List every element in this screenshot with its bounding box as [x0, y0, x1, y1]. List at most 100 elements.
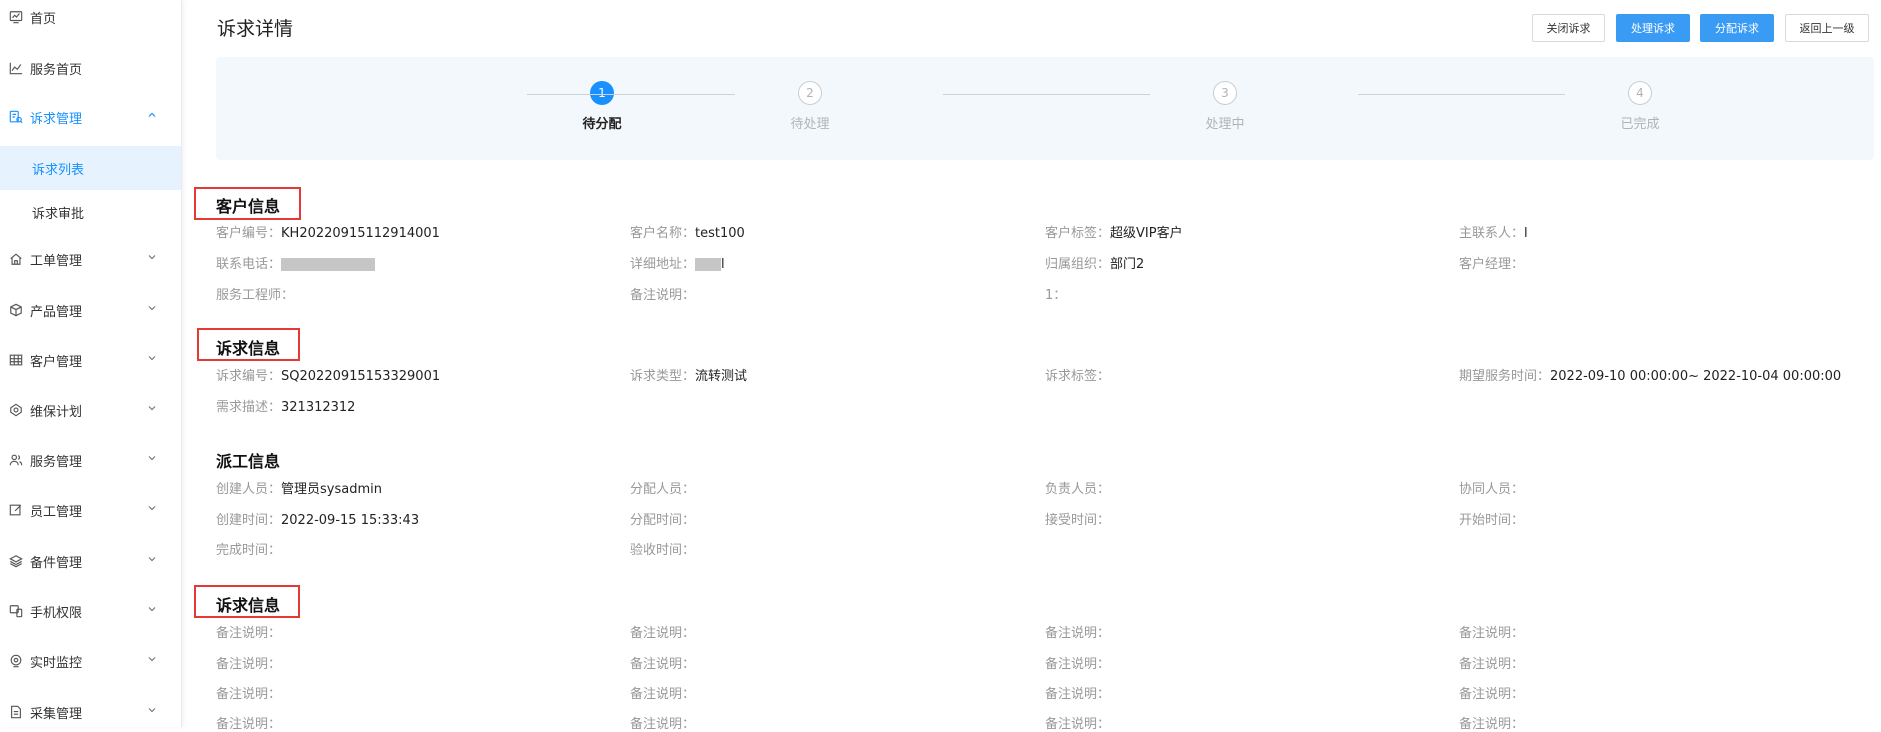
field-remark: 备注说明： [1459, 683, 1524, 702]
field-key: 备注说明： [630, 687, 696, 702]
sidebar-item-customers[interactable]: 客户管理 [0, 345, 181, 375]
sidebar-item-label: 采集管理 [30, 706, 83, 722]
field-remark: 备注说明： [1045, 713, 1110, 732]
field-key: 备注说明： [1045, 687, 1111, 702]
field-appeal-id: 诉求编号：SQ20220915153329001 [216, 365, 440, 384]
field-customer-name: 客户名称：test100 [630, 222, 745, 241]
sidebar-item-collection[interactable]: 采集管理 [0, 697, 181, 727]
field-remark: 备注说明： [216, 683, 281, 702]
step-4: 4 已完成 [1600, 81, 1680, 132]
home-icon [8, 251, 24, 267]
field-value: test100 [695, 226, 745, 241]
field-key: 需求描述： [216, 400, 282, 415]
sidebar-item-label: 工单管理 [30, 253, 83, 269]
field-key: 备注说明： [1045, 717, 1111, 732]
monitor-icon [8, 653, 24, 669]
sidebar-item-staff-management[interactable]: 员工管理 [0, 495, 181, 525]
step-connector [943, 94, 1150, 95]
field-remark: 备注说明： [216, 622, 281, 641]
sidebar-item-service-management[interactable]: 服务管理 [0, 445, 181, 475]
field-customer-id: 客户编号：KH20220915112914001 [216, 222, 440, 241]
field-main-contact: 主联系人：l [1459, 222, 1528, 241]
section-title-appeal: 诉求信息 [216, 339, 281, 358]
field-key: 协同人员： [1459, 482, 1525, 497]
field-expected-service-time: 期望服务时间：2022-09-10 00:00:00~ 2022-10-04 0… [1459, 365, 1841, 384]
field-customer-manager: 客户经理： [1459, 253, 1524, 272]
field-phone: 联系电话： [216, 253, 376, 272]
sidebar-item-phone-permissions[interactable]: 手机权限 [0, 596, 181, 626]
sidebar-item-label: 实时监控 [30, 655, 83, 671]
field-key: 联系电话： [216, 257, 282, 272]
step-connector [1358, 94, 1565, 95]
cube-icon [8, 302, 24, 318]
sidebar-subitem-label: 诉求列表 [32, 162, 85, 178]
sidebar-item-label: 产品管理 [30, 304, 83, 320]
field-remark: 备注说明： [630, 653, 695, 672]
step-2: 2 待处理 [770, 81, 850, 132]
sidebar-item-service-home[interactable]: 服务首页 [0, 53, 181, 83]
step-label: 待处理 [790, 117, 830, 132]
field-address: 详细地址： l [630, 253, 725, 272]
field-key: 备注说明： [630, 657, 696, 672]
chevron-down-icon [146, 502, 158, 514]
sidebar-item-work-orders[interactable]: 工单管理 [0, 244, 181, 274]
field-value: KH20220915112914001 [281, 226, 440, 241]
line-chart-icon [8, 60, 24, 76]
table-icon [8, 352, 24, 368]
field-appeal-type: 诉求类型：流转测试 [630, 365, 747, 384]
field-value: 部门2 [1110, 257, 1145, 272]
field-key: 负责人员： [1045, 482, 1111, 497]
sidebar-item-appeal-management[interactable]: 诉求管理 [0, 102, 181, 132]
back-button[interactable]: 返回上一级 [1785, 14, 1869, 42]
step-label: 待分配 [582, 117, 622, 132]
sidebar-item-realtime-monitor[interactable]: 实时监控 [0, 646, 181, 676]
chevron-up-icon [146, 109, 158, 121]
field-remark: 备注说明： [630, 284, 695, 303]
section-title-remarks: 诉求信息 [216, 596, 281, 615]
step-1: 1 待分配 [562, 81, 642, 132]
chevron-down-icon [146, 352, 158, 364]
field-key: 详细地址： [630, 257, 696, 272]
redacted-value [695, 258, 722, 271]
sidebar-item-products[interactable]: 产品管理 [0, 295, 181, 325]
field-value: 超级VIP客户 [1110, 226, 1183, 241]
chevron-down-icon [146, 251, 158, 263]
field-key: 客户名称： [630, 226, 696, 241]
field-key: 客户经理： [1459, 257, 1525, 272]
field-value: SQ20220915153329001 [281, 369, 441, 384]
progress-steps: 1 待分配 2 待处理 3 处理中 4 已完成 [216, 57, 1874, 160]
field-key: 备注说明： [630, 717, 696, 732]
sidebar-item-maintenance-plan[interactable]: 维保计划 [0, 395, 181, 425]
field-service-engineer: 服务工程师： [216, 284, 294, 303]
field-value: 2022-09-10 00:00:00~ 2022-10-04 00:00:00 [1550, 369, 1842, 384]
assign-appeal-button[interactable]: 分配诉求 [1700, 14, 1774, 42]
step-3: 3 处理中 [1185, 81, 1265, 132]
sidebar-subitem-appeal-list[interactable]: 诉求列表 [0, 146, 181, 190]
field-remark: 备注说明： [1045, 653, 1110, 672]
sidebar-item-spare-parts[interactable]: 备件管理 [0, 546, 181, 576]
sidebar-item-home[interactable]: 首页 [0, 2, 181, 32]
chevron-down-icon [146, 704, 158, 716]
field-remark: 备注说明： [1459, 653, 1524, 672]
step-number: 2 [798, 81, 822, 105]
sidebar-subitem-appeal-approval[interactable]: 诉求审批 [0, 190, 181, 234]
sidebar-item-label: 客户管理 [30, 354, 83, 370]
field-assigner: 分配人员： [630, 478, 695, 497]
close-appeal-button[interactable]: 关闭诉求 [1532, 14, 1605, 42]
field-value: 流转测试 [695, 369, 748, 384]
field-accepted-time: 接受时间： [1045, 509, 1110, 528]
field-key: 备注说明： [1459, 717, 1525, 732]
field-remark: 备注说明： [630, 683, 695, 702]
chevron-down-icon [146, 653, 158, 665]
field-collaborators: 协同人员： [1459, 478, 1524, 497]
field-key: 客户编号： [216, 226, 282, 241]
field-custom-1: 1： [1045, 284, 1066, 303]
step-label: 已完成 [1620, 117, 1660, 132]
field-key: 备注说明： [216, 687, 282, 702]
field-value: 321312312 [281, 400, 356, 415]
appeal-icon [8, 109, 24, 125]
handle-appeal-button[interactable]: 处理诉求 [1616, 14, 1690, 42]
redacted-value [281, 258, 376, 271]
phone-icon [8, 603, 24, 619]
field-remark: 备注说明： [630, 622, 695, 641]
